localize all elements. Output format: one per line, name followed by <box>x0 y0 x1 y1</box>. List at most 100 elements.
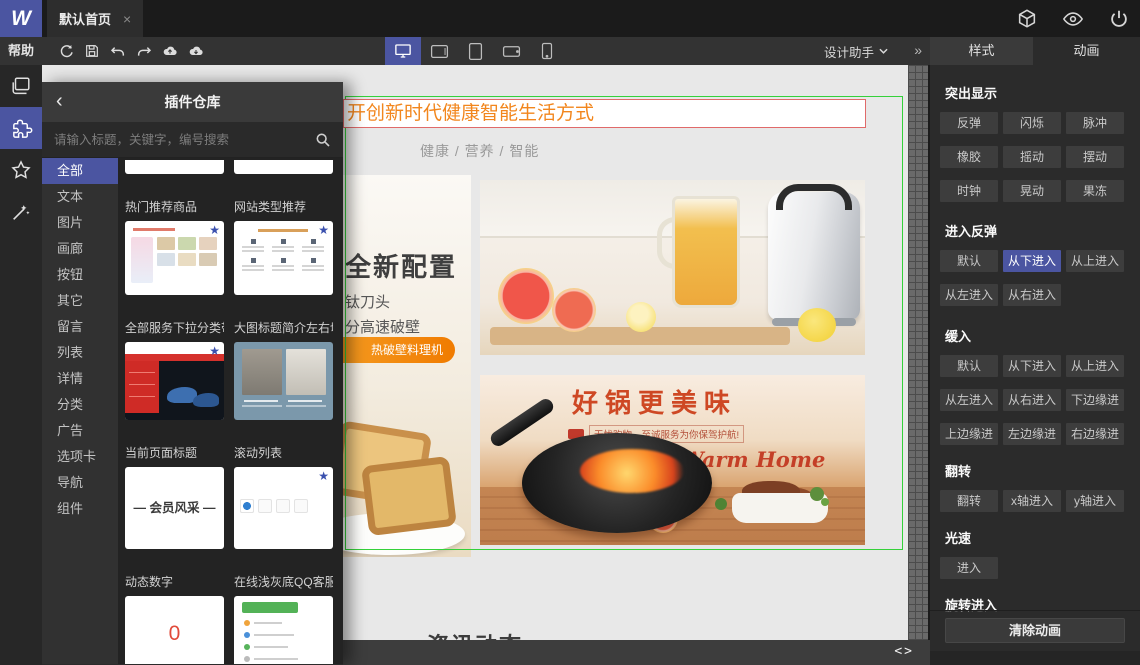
anim-button[interactable]: 默认 <box>940 250 998 272</box>
anim-button[interactable]: 从左进入 <box>940 389 998 411</box>
cube-icon[interactable] <box>1016 8 1038 30</box>
anim-button[interactable]: 从右进入 <box>1003 284 1061 306</box>
anim-button[interactable]: 反弹 <box>940 112 998 134</box>
anim-button[interactable]: 下边缘进 <box>1066 389 1124 411</box>
category-button[interactable]: 按钮 <box>42 262 118 288</box>
anim-button[interactable]: 橡胶 <box>940 146 998 168</box>
help-button[interactable]: 帮助 <box>8 37 34 65</box>
refresh-icon[interactable] <box>58 43 74 59</box>
search-icon[interactable] <box>315 132 331 148</box>
cloud-upload-icon[interactable] <box>162 43 178 59</box>
anim-button[interactable]: 从上进入 <box>1066 250 1124 272</box>
category-all[interactable]: 全部 <box>42 158 118 184</box>
anim-button[interactable]: 果冻 <box>1066 180 1124 202</box>
plugin-card-hot-products[interactable]: ★ <box>125 221 224 295</box>
anim-button[interactable]: 摇动 <box>1003 146 1061 168</box>
plugin-card-site-types[interactable]: ★ <box>234 221 333 295</box>
anim-button[interactable]: x轴进入 <box>1003 490 1061 512</box>
plugin-card-page-title[interactable]: — 会员风采 — <box>125 467 224 549</box>
kettle-banner-image[interactable] <box>480 180 865 355</box>
tab-style[interactable]: 样式 <box>930 37 1033 65</box>
sidebar-item-plugins[interactable] <box>0 107 42 149</box>
plugin-search-input[interactable] <box>42 122 302 158</box>
favorite-star-icon[interactable]: ★ <box>209 344 220 358</box>
category-component[interactable]: 组件 <box>42 496 118 522</box>
plugin-card-partial[interactable] <box>125 160 224 174</box>
anim-button[interactable]: 默认 <box>940 355 998 377</box>
category-tabs[interactable]: 选项卡 <box>42 444 118 470</box>
category-gallery[interactable]: 画廊 <box>42 236 118 262</box>
chevron-down-icon <box>879 48 888 54</box>
news-section-heading[interactable]: 资讯动态 <box>427 628 523 640</box>
category-list[interactable]: 列表 <box>42 340 118 366</box>
sidebar-item-pages[interactable] <box>0 65 42 107</box>
anim-button[interactable]: 翻转 <box>940 490 998 512</box>
category-other[interactable]: 其它 <box>42 288 118 314</box>
category-message[interactable]: 留言 <box>42 314 118 340</box>
collapse-panel-button[interactable]: » <box>914 37 922 65</box>
anim-button[interactable]: 进入 <box>940 557 998 579</box>
left-sidebar <box>0 65 42 665</box>
plugin-card-dynamic-number[interactable]: 0 <box>125 596 224 664</box>
star-icon <box>11 160 31 179</box>
anim-button[interactable]: y轴进入 <box>1066 490 1124 512</box>
category-detail[interactable]: 详情 <box>42 366 118 392</box>
page-subtitle-text[interactable]: 健康 / 营养 / 智能 <box>420 141 539 161</box>
promo-banner-blender[interactable]: 全新配置 钛刀头 分高速破壁 热破壁料理机 <box>343 175 471 557</box>
anim-button[interactable]: 闪烁 <box>1003 112 1061 134</box>
anim-button[interactable]: 从下进入 <box>1003 355 1061 377</box>
anim-button[interactable]: 摆动 <box>1066 146 1124 168</box>
page-title-component[interactable]: 开创新时代健康智能生活方式 <box>343 99 866 128</box>
anim-button[interactable]: 晃动 <box>1003 180 1061 202</box>
anim-button[interactable]: 上边缘进 <box>940 423 998 445</box>
power-icon[interactable] <box>1108 8 1130 30</box>
device-phone-landscape-button[interactable] <box>493 37 529 65</box>
cloud-download-icon[interactable] <box>188 43 204 59</box>
device-phone-portrait-button[interactable] <box>529 37 565 65</box>
promo-button[interactable]: 热破壁料理机 <box>343 337 455 363</box>
anim-button[interactable]: 时钟 <box>940 180 998 202</box>
sidebar-item-tools[interactable] <box>0 191 42 233</box>
category-text[interactable]: 文本 <box>42 184 118 210</box>
back-chevron-icon[interactable]: ‹ <box>56 90 70 112</box>
page-tab-default-home[interactable]: 默认首页 × <box>47 0 144 37</box>
tab-animation[interactable]: 动画 <box>1033 37 1140 65</box>
save-icon[interactable] <box>84 43 100 59</box>
plugin-card-qq-service[interactable] <box>234 596 333 664</box>
category-nav[interactable]: 导航 <box>42 470 118 496</box>
anim-button[interactable]: 脉冲 <box>1066 112 1124 134</box>
favorite-star-icon[interactable]: ★ <box>209 223 220 237</box>
clear-animation-button[interactable]: 清除动画 <box>945 618 1125 643</box>
preview-eye-icon[interactable] <box>1062 8 1084 30</box>
plugin-card-scroll-list[interactable]: ★ <box>234 467 333 549</box>
design-assistant-dropdown[interactable]: 设计助手 <box>824 37 888 65</box>
sidebar-item-favorites[interactable] <box>0 149 42 191</box>
category-ad[interactable]: 广告 <box>42 418 118 444</box>
anim-button[interactable]: 从左进入 <box>940 284 998 306</box>
device-desktop-button[interactable] <box>385 37 421 65</box>
anim-button[interactable]: 左边缘进 <box>1003 423 1061 445</box>
redo-icon[interactable] <box>136 43 152 59</box>
anim-button[interactable]: 从右进入 <box>1003 389 1061 411</box>
canvas-edge-gutter[interactable] <box>908 65 928 640</box>
anim-section-title: 光速 <box>945 531 972 546</box>
tab-close-icon[interactable]: × <box>123 11 131 27</box>
plugin-card-dropdown-nav[interactable]: ★ <box>125 342 224 420</box>
category-classify[interactable]: 分类 <box>42 392 118 418</box>
category-image[interactable]: 图片 <box>42 210 118 236</box>
wok-banner-image[interactable]: 好锅更美味 无忧购物，至诚服务为你保驾护航! Warm Home <box>480 375 865 545</box>
app-logo[interactable]: W <box>0 0 42 37</box>
undo-icon[interactable] <box>110 43 126 59</box>
anim-button[interactable]: 右边缘进 <box>1066 423 1124 445</box>
anim-section-title: 突出显示 <box>945 86 998 101</box>
anim-button[interactable]: 从上进入 <box>1066 355 1124 377</box>
favorite-star-icon[interactable]: ★ <box>318 223 329 237</box>
favorite-star-icon[interactable]: ★ <box>318 469 329 483</box>
plugin-label: 网站类型推荐 <box>234 200 307 214</box>
device-tablet-landscape-button[interactable] <box>421 37 457 65</box>
device-tablet-portrait-button[interactable] <box>457 37 493 65</box>
plugin-card-image-slider[interactable] <box>234 342 333 420</box>
anim-button-active[interactable]: 从下进入 <box>1003 250 1061 272</box>
plugin-card-partial[interactable] <box>234 160 333 174</box>
code-view-icon[interactable]: <> <box>894 644 914 659</box>
